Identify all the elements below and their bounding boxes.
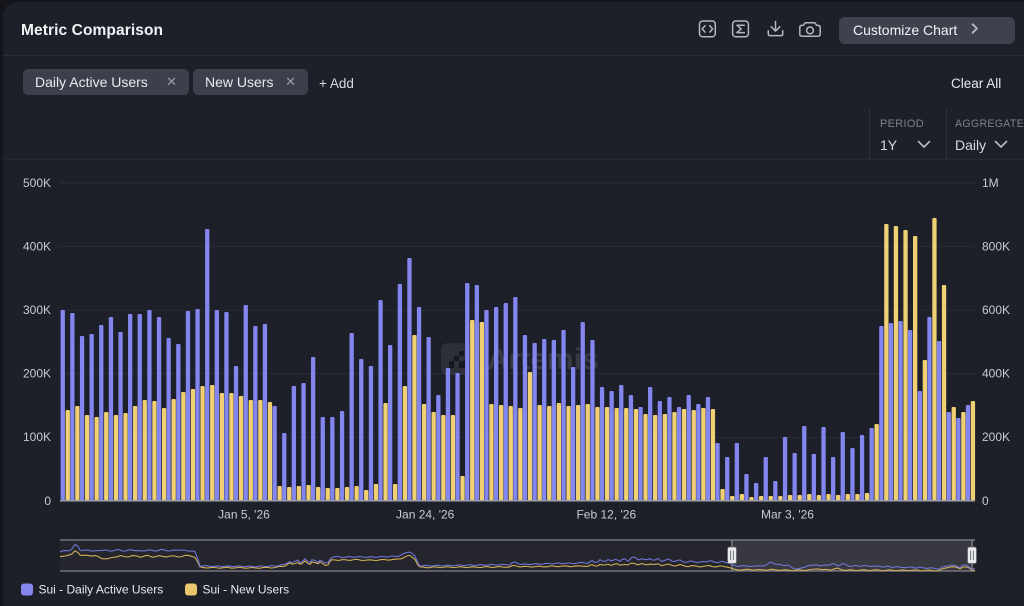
svg-text:Feb 12, '26: Feb 12, '26: [576, 508, 636, 522]
svg-text:Jan 24, '26: Jan 24, '26: [396, 508, 455, 522]
svg-text:800K: 800K: [982, 239, 1010, 253]
svg-text:1M: 1M: [982, 176, 999, 190]
svg-text:200K: 200K: [23, 367, 51, 381]
svg-text:Mar 3, '26: Mar 3, '26: [761, 508, 814, 522]
svg-text:200K: 200K: [982, 430, 1010, 444]
svg-text:0: 0: [982, 494, 989, 508]
svg-text:Sui - New Users: Sui - New Users: [203, 583, 290, 597]
svg-text:300K: 300K: [23, 303, 51, 317]
svg-text:400K: 400K: [23, 239, 51, 253]
svg-text:500K: 500K: [23, 176, 51, 190]
svg-text:Jan 5, '26: Jan 5, '26: [218, 508, 270, 522]
svg-text:Sui - Daily Active Users: Sui - Daily Active Users: [39, 583, 164, 597]
svg-text:0: 0: [44, 494, 51, 508]
svg-text:100K: 100K: [23, 430, 51, 444]
svg-text:400K: 400K: [982, 367, 1010, 381]
svg-text:600K: 600K: [982, 303, 1010, 317]
